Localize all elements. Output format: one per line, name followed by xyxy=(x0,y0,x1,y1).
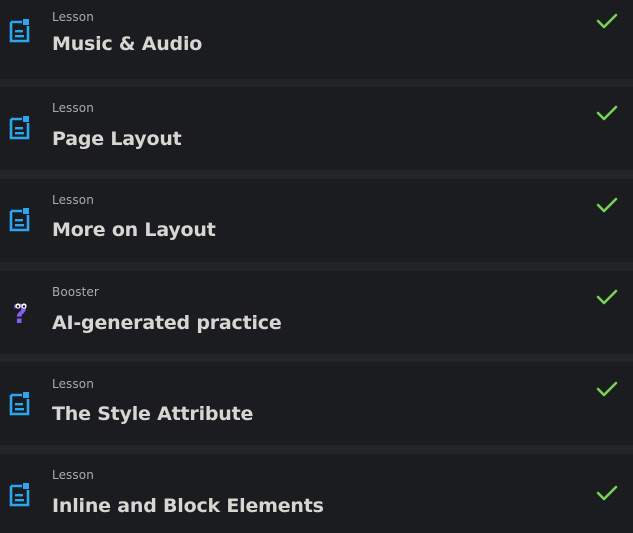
item-title: Inline and Block Elements xyxy=(52,495,324,517)
booster-item-ai-generated-practice[interactable]: ? Booster AI-generated practice xyxy=(0,271,633,354)
item-type-label: Lesson xyxy=(52,468,94,482)
item-type-label: Lesson xyxy=(52,193,94,207)
completed-check-icon xyxy=(596,105,618,121)
completed-check-icon xyxy=(596,381,618,397)
item-title: The Style Attribute xyxy=(52,403,254,425)
lesson-item-style-attribute[interactable]: Lesson The Style Attribute xyxy=(0,362,633,445)
lesson-item-more-on-layout[interactable]: Lesson More on Layout xyxy=(0,179,633,262)
lesson-document-icon xyxy=(9,208,30,232)
lesson-document-icon xyxy=(9,116,30,140)
item-title: Page Layout xyxy=(52,128,182,150)
lesson-item-music-audio[interactable]: Lesson Music & Audio xyxy=(0,0,633,79)
lesson-document-icon xyxy=(9,19,30,43)
completed-check-icon xyxy=(596,485,618,501)
lesson-document-icon xyxy=(9,392,30,416)
completed-check-icon xyxy=(596,289,618,305)
lesson-item-page-layout[interactable]: Lesson Page Layout xyxy=(0,87,633,170)
item-title: More on Layout xyxy=(52,219,216,241)
item-type-label: Lesson xyxy=(52,10,94,24)
item-type-label: Lesson xyxy=(52,101,94,115)
item-title: Music & Audio xyxy=(52,33,203,55)
lesson-item-inline-block-elements[interactable]: Lesson Inline and Block Elements xyxy=(0,454,633,533)
item-type-label: Lesson xyxy=(52,377,94,391)
item-type-label: Booster xyxy=(52,285,99,299)
completed-check-icon xyxy=(596,13,618,29)
booster-question-icon: ? xyxy=(12,300,27,326)
lesson-list: Lesson Music & Audio Lesson Page Layout … xyxy=(0,0,633,533)
item-title: AI-generated practice xyxy=(52,312,282,334)
lesson-document-icon xyxy=(9,483,30,507)
completed-check-icon xyxy=(596,197,618,213)
